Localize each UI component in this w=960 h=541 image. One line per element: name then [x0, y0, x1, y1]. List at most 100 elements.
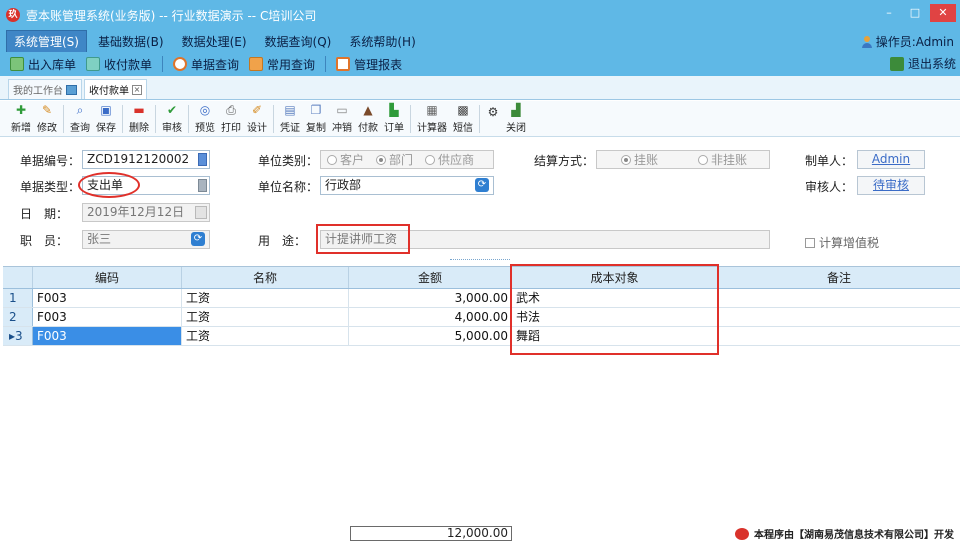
print-label: 打印	[221, 123, 241, 134]
cell-amount[interactable]: 4,000.00	[349, 308, 512, 326]
sms-button[interactable]: ▩ 短信	[450, 102, 476, 136]
cell-name[interactable]: 工资	[182, 327, 349, 345]
order-button[interactable]: ▙ 订单	[381, 102, 407, 136]
cell-note[interactable]	[718, 308, 960, 326]
tab-payment-voucher[interactable]: 收付款单 ×	[84, 79, 147, 99]
unit-name-field[interactable]: 行政部 ⟳	[320, 176, 494, 195]
minimize-button[interactable]: –	[878, 4, 900, 22]
date-field[interactable]: 2019年12月12日	[82, 203, 210, 222]
save-button[interactable]: ▣ 保存	[93, 102, 119, 136]
more-options-button[interactable]: ⚙	[483, 102, 503, 136]
unit-type-customer[interactable]: 客户	[327, 151, 364, 168]
toolbar-separator	[63, 104, 64, 133]
close-button[interactable]: ▟ 关闭	[503, 102, 529, 136]
auditor-field[interactable]: 待审核	[857, 176, 925, 195]
staff-value: 张三	[87, 232, 112, 246]
menu-help[interactable]: 系统帮助(H)	[342, 31, 422, 52]
voucher-button[interactable]: ▤ 凭证	[277, 102, 303, 136]
preview-label: 预览	[195, 123, 215, 134]
quick-common-query[interactable]: 常用查询	[249, 56, 315, 73]
unit-type-supplier[interactable]: 供应商	[425, 151, 474, 168]
menu-system[interactable]: 系统管理(S)	[6, 29, 87, 53]
cell-cost-object[interactable]: 舞蹈	[512, 327, 718, 345]
grid-header-cost-object[interactable]: 成本对象	[512, 267, 718, 288]
tab-workbench-label: 我的工作台	[13, 86, 63, 97]
table-row-selected[interactable]: ▸3 F003 工资 5,000.00 舞蹈	[3, 327, 960, 346]
dropdown-icon[interactable]	[198, 179, 207, 192]
table-row[interactable]: 1 F003 工资 3,000.00 武术	[3, 289, 960, 308]
audit-button[interactable]: ✔ 审核	[159, 102, 185, 136]
row-number: 1	[3, 289, 33, 307]
quick-management-report[interactable]: 管理报表	[336, 56, 402, 73]
settle-not-on-account-label: 非挂账	[711, 153, 748, 167]
cell-amount[interactable]: 5,000.00	[349, 327, 512, 345]
query-button[interactable]: ⌕ 查询	[67, 102, 93, 136]
exit-system-button[interactable]: 退出系统	[889, 55, 956, 72]
quick-payment-voucher[interactable]: 收付款单	[86, 56, 152, 73]
calculator-button[interactable]: ▦ 计算器	[414, 102, 450, 136]
doc-no-field[interactable]: ZCD1912120002	[82, 150, 210, 169]
brand-text: 本程序由【湖南易茂信息技术有限公司】开发	[754, 530, 954, 541]
cell-name[interactable]: 工资	[182, 289, 349, 307]
cell-amount[interactable]: 3,000.00	[349, 289, 512, 307]
grid-header-note[interactable]: 备注	[718, 267, 960, 288]
voucher-form: 单据编号： ZCD1912120002 单位类别： 客户 部门 供应商 结算方式…	[0, 138, 960, 258]
unit-type-customer-label: 客户	[340, 153, 365, 167]
menu-data-query[interactable]: 数据查询(Q)	[258, 31, 339, 52]
save-label: 保存	[96, 123, 116, 134]
sms-icon: ▩	[457, 103, 469, 117]
print-button[interactable]: ⎙ 打印	[218, 102, 244, 136]
quick-voucher-query[interactable]: 单据查询	[173, 56, 239, 73]
cell-code[interactable]: F003	[33, 289, 182, 307]
pay-icon: ▲	[363, 103, 373, 117]
grid-header-amount[interactable]: 金额	[349, 267, 512, 288]
reverse-button[interactable]: ▭ 冲销	[329, 102, 355, 136]
edit-button[interactable]: ✎ 修改	[34, 102, 60, 136]
quick-stock-voucher[interactable]: 出入库单	[10, 56, 76, 73]
toolbar-separator	[188, 104, 189, 133]
cell-cost-object[interactable]: 书法	[512, 308, 718, 326]
new-label: 新增	[11, 123, 31, 134]
new-button[interactable]: ✚ 新增	[8, 102, 34, 136]
unit-name-value: 行政部	[325, 178, 362, 192]
maximize-button[interactable]: □	[904, 4, 926, 22]
table-row[interactable]: 2 F003 工资 4,000.00 书法	[3, 308, 960, 327]
staff-label: 职 员：	[20, 234, 69, 248]
grid-header-code[interactable]: 编码	[33, 267, 182, 288]
pay-button[interactable]: ▲ 付款	[355, 102, 381, 136]
cell-cost-object[interactable]: 武术	[512, 289, 718, 307]
doc-type-select[interactable]: 支出单	[82, 176, 210, 195]
exit-system-label: 退出系统	[907, 57, 956, 71]
unit-type-label: 单位类别：	[258, 154, 319, 168]
settle-on-account[interactable]: 挂账	[621, 151, 658, 168]
tab-workbench[interactable]: 我的工作台	[8, 79, 82, 99]
splitter-handle[interactable]	[450, 259, 510, 262]
design-button[interactable]: ✐ 设计	[244, 102, 270, 136]
unit-type-department[interactable]: 部门	[376, 151, 413, 168]
refresh-icon[interactable]: ⟳	[475, 178, 489, 192]
doc-no-value: ZCD1912120002	[87, 152, 190, 166]
refresh-icon[interactable]: ⟳	[191, 232, 205, 246]
menu-basic-data[interactable]: 基础数据(B)	[91, 31, 171, 52]
cell-code[interactable]: F003	[33, 308, 182, 326]
calendar-icon[interactable]	[195, 206, 207, 219]
copy-button[interactable]: ❐ 复制	[303, 102, 329, 136]
close-window-button[interactable]: ✕	[930, 4, 956, 22]
vat-checkbox[interactable]: 计算增值税	[805, 234, 879, 251]
delete-button[interactable]: ▬ 删除	[126, 102, 152, 136]
preview-button[interactable]: ◎ 预览	[192, 102, 218, 136]
staff-field[interactable]: 张三 ⟳	[82, 230, 210, 249]
menu-bar: 系统管理(S) 基础数据(B) 数据处理(E) 数据查询(Q) 系统帮助(H) …	[0, 29, 960, 53]
cell-code[interactable]: F003	[33, 327, 182, 345]
purpose-field[interactable]: 计提讲师工资	[320, 230, 770, 249]
tab-close-icon[interactable]: ×	[132, 84, 142, 95]
cell-note[interactable]	[718, 289, 960, 307]
unit-type-radio-group: 客户 部门 供应商	[320, 150, 494, 169]
maker-field[interactable]: Admin	[857, 150, 925, 169]
dropdown-icon[interactable]	[198, 153, 207, 166]
cell-name[interactable]: 工资	[182, 308, 349, 326]
menu-data-process[interactable]: 数据处理(E)	[175, 31, 254, 52]
cell-note[interactable]	[718, 327, 960, 345]
settle-not-on-account[interactable]: 非挂账	[698, 151, 747, 168]
grid-header-name[interactable]: 名称	[182, 267, 349, 288]
